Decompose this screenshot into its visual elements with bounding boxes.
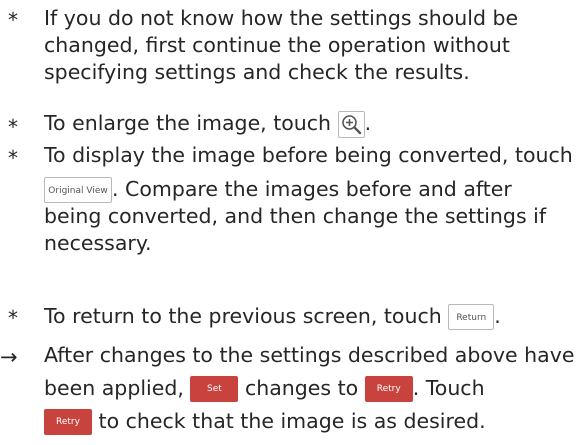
bullet-marker: * [8, 146, 18, 170]
note-text: To enlarge the image, touch . [44, 110, 576, 138]
bullet-marker: * [8, 8, 18, 32]
return-button[interactable]: Return [448, 304, 495, 330]
note-text: To return to the previous screen, touch … [44, 304, 501, 330]
zoom-in-icon[interactable] [337, 110, 365, 138]
bullet-marker: * [8, 306, 18, 330]
set-button[interactable]: Set [190, 376, 239, 402]
note-text: After changes to the settings described … [44, 343, 575, 435]
retry-button[interactable]: Retry [364, 376, 413, 402]
note-text: If you do not know how the settings shou… [44, 6, 519, 84]
arrow-right-icon: → [0, 345, 18, 369]
retry-button-2[interactable]: Retry [44, 409, 92, 435]
original-view-button[interactable]: Original View [44, 177, 112, 203]
bullet-marker: * [8, 115, 18, 139]
note-text: To display the image before being conver… [44, 143, 573, 255]
